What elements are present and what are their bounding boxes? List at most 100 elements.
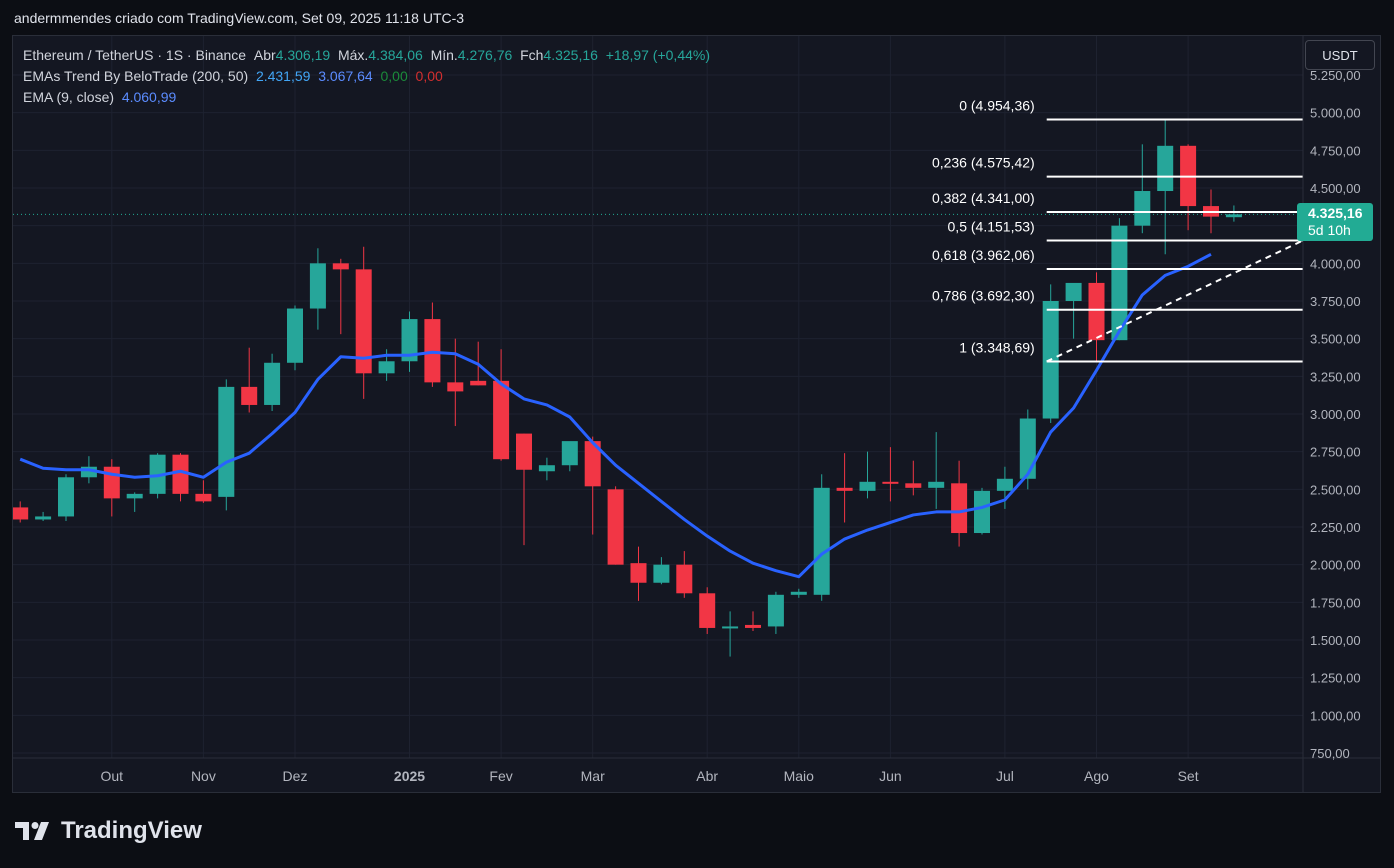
candle (1225, 205, 1242, 222)
price-tick-label: 2.500,00 (1310, 482, 1361, 497)
time-tick-label: Jul (996, 768, 1014, 784)
price-tick-label: 3.500,00 (1310, 332, 1361, 347)
candle-body (630, 563, 647, 583)
candle-body (1225, 214, 1242, 218)
candle-body (561, 441, 578, 466)
indicator-name[interactable]: EMA (9, close) (23, 89, 114, 105)
currency-button[interactable]: USDT (1305, 40, 1375, 70)
candle-body (882, 481, 899, 484)
bar-countdown: 5d 10h (1308, 222, 1351, 238)
candle (538, 457, 555, 481)
fib-level-label: 0,236 (4.575,42) (932, 155, 1035, 171)
candle-body (722, 626, 739, 629)
candle-body (859, 481, 876, 491)
low-label: Mín. (430, 47, 458, 63)
candle (676, 551, 693, 598)
time-tick-label: Mar (581, 768, 605, 784)
tradingview-brand[interactable]: TradingView (15, 817, 202, 845)
candle-body (1065, 282, 1082, 301)
chart-caption: andermmendes criado com TradingView.com,… (14, 10, 465, 26)
open-label: Abr (253, 47, 276, 63)
candle (287, 305, 303, 371)
candle (653, 557, 670, 585)
price-tick-label: 2.750,00 (1310, 445, 1361, 460)
indicator-value: 0,00 (380, 68, 408, 84)
candle (401, 311, 418, 372)
candle (195, 480, 212, 503)
candle-body (58, 477, 74, 517)
candle-body (309, 263, 326, 309)
candle (493, 349, 510, 461)
fib-level-label: 0,382 (4.341,00) (932, 190, 1035, 206)
price-tick-label: 1.750,00 (1310, 595, 1361, 610)
candle (745, 611, 761, 631)
price-chart[interactable]: 0 (4.954,36) 0,236 (4.575,42) 0,382 (4.341… (13, 36, 1381, 793)
chart-frame[interactable]: 0 (4.954,36) 0,236 (4.575,42) 0,382 (4.341… (12, 35, 1381, 793)
time-tick-label: Out (101, 768, 124, 784)
candle (699, 587, 716, 634)
candle (424, 302, 441, 387)
candle (241, 347, 258, 413)
candle (951, 460, 968, 547)
candle-body (767, 594, 784, 627)
price-tick-label: 3.750,00 (1310, 294, 1361, 309)
candle-body (126, 493, 143, 499)
candle (1019, 409, 1036, 490)
candle (974, 487, 990, 535)
grid-lines (13, 36, 1303, 758)
price-tick-label: 1.250,00 (1310, 671, 1361, 686)
indicator-name[interactable]: EMAs Trend By BeloTrade (200, 50) (23, 68, 248, 84)
candle-body (332, 263, 349, 270)
last-price: 4.325,16 (1308, 205, 1363, 221)
candle-body (905, 483, 922, 488)
open-value: 4.306,19 (275, 47, 331, 63)
candle (836, 453, 853, 523)
price-tick-label: 3.000,00 (1310, 407, 1361, 422)
candle-body (538, 465, 555, 472)
candle (172, 453, 189, 502)
indicator-legend-row[interactable]: EMA (9, close) 4.060,99 (23, 87, 710, 108)
candle (722, 611, 739, 657)
candle (35, 511, 52, 521)
candle (561, 441, 578, 472)
time-tick-label: Jun (879, 768, 902, 784)
indicator-legend-row[interactable]: EMAs Trend By BeloTrade (200, 50) 2.431,… (23, 66, 710, 87)
candle-body (996, 478, 1013, 491)
price-tick-label: 2.000,00 (1310, 558, 1361, 573)
price-axis: 750,00 1.000,00 1.250,00 1.500,00 1.750,00 2.… (1310, 68, 1361, 761)
low-value: 4.276,76 (457, 47, 513, 63)
candle (218, 379, 235, 511)
fib-level-label: 0,618 (3.962,06) (932, 247, 1035, 263)
candle-body (424, 319, 441, 383)
candle-body (195, 493, 212, 502)
time-tick-label: Ago (1084, 768, 1109, 784)
candle (584, 436, 601, 535)
candle-body (470, 380, 487, 386)
candle (607, 486, 624, 565)
candles-group (13, 120, 1242, 657)
candle (813, 474, 830, 601)
candle (309, 248, 326, 330)
candle (1088, 272, 1105, 362)
price-tick-label: 5.250,00 (1310, 68, 1361, 83)
candle-body (790, 591, 807, 595)
candle-body (836, 487, 853, 491)
indicator-value: 4.060,99 (121, 89, 177, 105)
fib-level-label: 0,5 (4.151,53) (948, 219, 1035, 235)
change-value: +18,97 (+0,44%) (605, 47, 710, 63)
candle (58, 474, 74, 521)
time-tick-label: Set (1178, 768, 1199, 784)
time-tick-label: 2025 (394, 768, 425, 784)
symbol-name[interactable]: Ethereum / TetherUS · 1S · Binance (23, 47, 246, 63)
symbol-legend-row[interactable]: Ethereum / TetherUS · 1S · Binance Abr4.… (23, 45, 710, 66)
candle (1134, 144, 1151, 234)
candle-body (378, 361, 395, 374)
price-tick-label: 750,00 (1310, 746, 1350, 761)
last-price-tag: 4.325,16 5d 10h (1297, 203, 1373, 241)
candle (103, 459, 120, 517)
time-tick-label: Dez (283, 768, 308, 784)
candle-body (264, 362, 281, 405)
fib-level-label: 0 (4.954,36) (959, 98, 1035, 114)
candle-body (745, 624, 761, 628)
time-tick-label: Fev (489, 768, 512, 784)
